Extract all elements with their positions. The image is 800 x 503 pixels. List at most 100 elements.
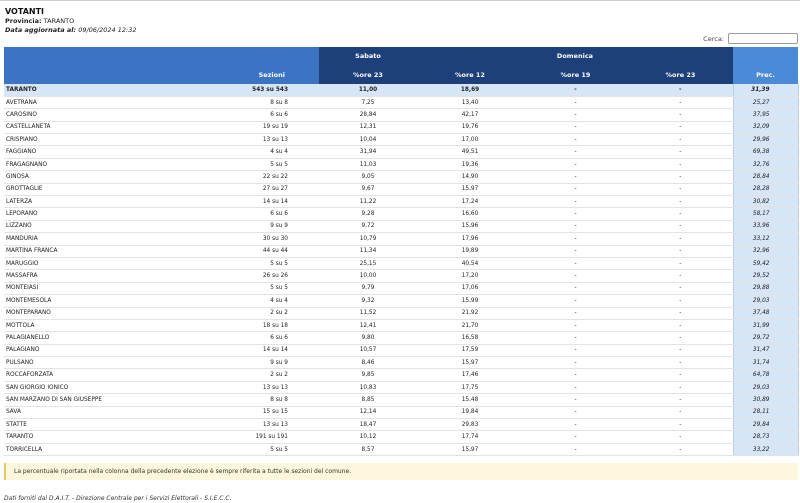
table-row: GROTTAGLIE 27 su 27 9,67 15,97- -28,28 xyxy=(4,183,799,197)
comune-cell: FAGGIANO xyxy=(4,145,190,159)
table-row: MARTINA FRANCA 44 su 44 11,34 19,89- -32,96 xyxy=(4,245,799,258)
table-row: FRAGAGNANO 5 su 5 11,03 19,36- -32,76 xyxy=(4,158,799,172)
total-sun-19: - xyxy=(523,84,628,97)
sun-23-column-header[interactable]: %ore 23 xyxy=(628,65,733,84)
sun-19-cell: - xyxy=(523,145,628,159)
comune-cell: PALAGIANELLO xyxy=(4,331,190,345)
prec-cell: 25,27 xyxy=(732,96,799,110)
sun-19-cell: - xyxy=(523,183,628,197)
sezioni-cell: 191 su 191 xyxy=(190,430,319,444)
sun-23-cell: - xyxy=(628,269,733,283)
column-header-row: Sezioni %ore 23 %ore 12 %ore 19 %ore 23 … xyxy=(4,65,798,84)
page-title: VOTANTI xyxy=(5,7,45,16)
sun-19-cell: - xyxy=(523,331,628,345)
prec-column-header[interactable]: Prec. xyxy=(733,65,798,84)
sun-12-cell: 17,00 xyxy=(417,133,523,147)
table-row: FAGGIANO 4 su 4 31,94 49,51- -69,38 xyxy=(4,145,799,159)
prec-cell: 29,03 xyxy=(732,294,799,308)
sat-23-column-header[interactable]: %ore 23 xyxy=(319,65,417,84)
sezioni-cell: 5 su 5 xyxy=(190,158,319,172)
prec-cell: 33,96 xyxy=(732,220,799,234)
sun-23-cell: - xyxy=(628,406,733,420)
sun-12-cell: 17,96 xyxy=(417,232,523,246)
sun-12-cell: 19,76 xyxy=(417,121,523,135)
group-header-row: Sabato Domenica xyxy=(4,47,798,65)
comune-cell: MOTTOLA xyxy=(4,319,190,333)
sun-12-cell: 40,54 xyxy=(417,257,523,271)
sun-23-cell: - xyxy=(628,183,733,197)
sun-19-cell: - xyxy=(523,430,628,444)
table-row: MOTTOLA 18 su 18 12,41 21,70- -31,99 xyxy=(4,319,799,333)
sezioni-cell: 5 su 5 xyxy=(190,443,319,457)
search-input[interactable] xyxy=(728,33,798,44)
prec-cell: 28,73 xyxy=(732,430,799,444)
sat-23-cell: 11,03 xyxy=(319,158,417,172)
sunday-group-header: Domenica xyxy=(417,47,733,65)
sezioni-cell: 13 su 13 xyxy=(190,133,319,147)
sun-19-cell: - xyxy=(523,220,628,234)
comune-cell: MASSAFRA xyxy=(4,269,190,283)
sezioni-cell: 4 su 4 xyxy=(190,145,319,159)
sezioni-cell: 27 su 27 xyxy=(190,183,319,197)
comune-cell: SAVA xyxy=(4,406,190,420)
updated-value: 09/06/2024 12:32 xyxy=(78,25,137,34)
sun-19-column-header[interactable]: %ore 19 xyxy=(523,65,628,84)
sun-23-cell: - xyxy=(628,245,733,258)
sun-23-cell: - xyxy=(628,257,733,271)
sat-23-cell: 8,46 xyxy=(319,356,417,370)
sun-19-cell: - xyxy=(523,96,628,110)
sezioni-cell: 26 su 26 xyxy=(190,269,319,283)
sat-23-cell: 10,04 xyxy=(319,133,417,147)
sun-19-cell: - xyxy=(523,294,628,308)
comune-cell: MARTINA FRANCA xyxy=(4,245,190,258)
table-row: SAVA 15 su 15 12,14 19,84- -28,11 xyxy=(4,406,799,420)
prec-cell: 33,22 xyxy=(732,443,799,457)
search-box: Cerca: xyxy=(703,33,798,44)
prec-cell: 33,12 xyxy=(732,232,799,246)
sun-12-cell: 21,92 xyxy=(417,307,523,320)
table-row: TARANTO 191 su 191 10,12 17,74- -28,73 xyxy=(4,430,799,444)
table-row: AVETRANA 8 su 8 7,25 13,40- -25,27 xyxy=(4,96,799,110)
sezioni-cell: 13 su 13 xyxy=(190,418,319,432)
sun-19-cell: - xyxy=(523,406,628,420)
comune-cell: PALAGIANO xyxy=(4,344,190,358)
sezioni-cell: 14 su 14 xyxy=(190,344,319,358)
comune-column-header[interactable] xyxy=(4,65,190,84)
sat-23-cell: 11,22 xyxy=(319,195,417,209)
sat-23-cell: 9,85 xyxy=(319,368,417,382)
updated-line: Data aggiornata al: 09/06/2024 12:32 xyxy=(5,26,136,35)
sezioni-column-header[interactable]: Sezioni xyxy=(190,65,319,84)
sun-19-cell: - xyxy=(523,232,628,246)
sun-19-cell: - xyxy=(523,170,628,184)
sun-12-cell: 21,70 xyxy=(417,319,523,333)
sun-19-cell: - xyxy=(523,108,628,122)
sun-23-cell: - xyxy=(628,307,733,320)
prec-cell: 29,96 xyxy=(732,133,799,147)
sun-23-cell: - xyxy=(628,145,733,159)
table-row: STATTE 13 su 13 18,47 29,83- -29,84 xyxy=(4,418,799,432)
table-row: MONTEIASI 5 su 5 9,79 17,06- -29,88 xyxy=(4,282,799,296)
sun-12-cell: 15,48 xyxy=(417,393,523,407)
sun-12-cell: 15,97 xyxy=(417,183,523,197)
sat-23-cell: 10,83 xyxy=(319,381,417,395)
sun-23-cell: - xyxy=(628,96,733,110)
sat-23-cell: 12,41 xyxy=(319,319,417,333)
sun-19-cell: - xyxy=(523,195,628,209)
sat-23-cell: 31,94 xyxy=(319,145,417,159)
prec-cell: 29,72 xyxy=(732,331,799,345)
sun-12-cell: 16,60 xyxy=(417,207,523,221)
sun-23-cell: - xyxy=(628,381,733,395)
sun-23-cell: - xyxy=(628,344,733,358)
sun-19-cell: - xyxy=(523,393,628,407)
saturday-group-header: Sabato xyxy=(319,47,417,65)
blank-group-header xyxy=(4,47,319,65)
comune-cell: MARUGGIO xyxy=(4,257,190,271)
sezioni-cell: 44 su 44 xyxy=(190,245,319,258)
sun-19-cell: - xyxy=(523,356,628,370)
sun-12-cell: 14,90 xyxy=(417,170,523,184)
sun-12-cell: 17,24 xyxy=(417,195,523,209)
sun-12-cell: 16,58 xyxy=(417,331,523,345)
prec-cell: 64,78 xyxy=(732,368,799,382)
comune-cell: SAN MARZANO DI SAN GIUSEPPE xyxy=(4,393,190,407)
sun-12-column-header[interactable]: %ore 12 xyxy=(417,65,523,84)
